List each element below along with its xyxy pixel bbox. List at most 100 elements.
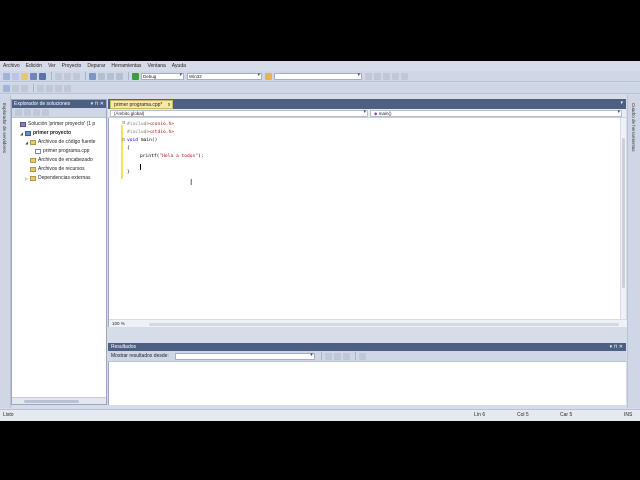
tree-item-label: Archivos de código fuente [38, 139, 96, 145]
toolbox-strip[interactable]: Cuadro de herramientas [627, 95, 640, 408]
copy-icon[interactable] [64, 72, 71, 80]
solution-explorer-panel: Explorador de soluciones ▾ ⊓ ✕ Solución … [11, 99, 107, 405]
zoom-level[interactable]: 100 % [112, 321, 125, 326]
tree-item[interactable]: Solución 'primer proyecto' (1 p [12, 120, 106, 129]
tree-item-label: Solución 'primer proyecto' (1 p [28, 121, 96, 127]
mouse-ibeam-cursor: I [190, 178, 193, 187]
go-to-next-icon[interactable] [333, 352, 341, 360]
tree-item-label: primer programa.cpp [43, 148, 90, 154]
refresh-icon[interactable] [33, 109, 40, 116]
start-debugging-icon[interactable] [132, 72, 139, 80]
redo-icon[interactable] [98, 72, 105, 80]
collapse-toggle-icon[interactable]: ⊟ [122, 137, 125, 142]
properties-icon[interactable] [15, 109, 22, 116]
add-item-icon[interactable] [12, 72, 19, 80]
status-column: Col 5 [517, 412, 529, 418]
menu-ayuda[interactable]: Ayuda [172, 63, 186, 69]
editor-vertical-scrollbar[interactable] [620, 118, 626, 319]
status-character: Car 5 [560, 412, 573, 418]
solution-platform-select[interactable]: Win32 [187, 72, 262, 80]
code-editor[interactable]: ⊟ #include<conio.h> #include<stdio.h> ⊟ … [108, 118, 627, 327]
toolbar-separator [51, 72, 52, 80]
find-in-files-icon[interactable] [265, 72, 272, 80]
show-output-from-select[interactable] [174, 352, 315, 360]
save-icon[interactable] [30, 72, 37, 80]
project-icon [25, 131, 31, 136]
editor-horizontal-scrollbar[interactable] [149, 323, 619, 326]
tree-item[interactable]: ▷ Dependencias externas [12, 174, 106, 183]
menu-ventana[interactable]: Ventana [147, 63, 165, 69]
tree-item-label: primer proyecto [33, 130, 72, 136]
tree-item[interactable]: ◢ Archivos de código fuente [12, 138, 106, 147]
tree-item[interactable]: Archivos de encabezado [12, 156, 106, 165]
display-quick-info-icon[interactable] [3, 84, 10, 92]
menu-ver[interactable]: Ver [48, 63, 56, 69]
toolbox-icon[interactable] [392, 72, 399, 80]
paste-icon[interactable] [73, 72, 80, 80]
solution-explorer-icon[interactable] [365, 72, 372, 80]
menu-herramientas[interactable]: Herramientas [111, 63, 141, 69]
menu-depurar[interactable]: Depurar [87, 63, 105, 69]
word-wrap-icon[interactable] [358, 352, 366, 360]
navigation-bar: (Ámbito global) ◆ main() [108, 109, 626, 118]
find-message-icon[interactable] [324, 352, 332, 360]
horizontal-scrollbar[interactable] [12, 397, 106, 404]
show-all-files-icon[interactable] [24, 109, 31, 116]
undo-icon[interactable] [89, 72, 96, 80]
tree-item[interactable]: ◢ primer proyecto [12, 129, 106, 138]
tree-item[interactable]: Archivos de recursos [12, 165, 106, 174]
menu-proyecto[interactable]: Proyecto [62, 63, 82, 69]
status-bar: Listo Lín 6 Col 5 Car 5 INS [0, 409, 640, 421]
solution-tree: Solución 'primer proyecto' (1 p ◢ primer p… [12, 118, 106, 183]
parameter-info-icon[interactable] [12, 84, 19, 92]
menu-archivo[interactable]: Archivo [3, 63, 20, 69]
toolbar-separator [85, 72, 86, 80]
cut-icon[interactable] [55, 72, 62, 80]
output-title-bar: Resultados ▾ ⊓ ✕ [108, 343, 626, 351]
solution-config-select[interactable]: Debug [141, 72, 184, 80]
standard-toolbar: Debug Win32 [0, 71, 640, 82]
toolbox-tab[interactable]: Cuadro de herramientas [631, 103, 636, 152]
panel-buttons[interactable]: ▾ ⊓ ✕ [91, 100, 104, 108]
clear-all-icon[interactable] [342, 352, 350, 360]
server-explorer-tab[interactable]: Explorador de servidores [2, 103, 7, 153]
view-class-diagram-icon[interactable] [42, 109, 49, 116]
object-browser-icon[interactable] [383, 72, 390, 80]
scrollbar-thumb[interactable] [24, 400, 79, 403]
navigate-forward-icon[interactable] [116, 72, 123, 80]
tree-item-label: Dependencias externas [38, 175, 91, 181]
text-editor-toolbar [0, 83, 640, 94]
decrease-indent-icon[interactable] [37, 84, 44, 92]
panel-buttons[interactable]: ▾ ⊓ ✕ [610, 343, 623, 351]
scrollbar-thumb[interactable] [622, 138, 625, 288]
tree-item[interactable]: primer programa.cpp [12, 147, 106, 156]
server-explorer-strip[interactable]: Explorador de servidores [0, 95, 11, 408]
folder-icon [30, 167, 36, 172]
text-caret [140, 164, 141, 170]
function-select[interactable]: ◆ main() [370, 110, 622, 117]
save-all-icon[interactable] [39, 72, 46, 80]
find-combo[interactable] [274, 72, 362, 80]
comment-out-icon[interactable] [55, 84, 62, 92]
navigate-back-icon[interactable] [107, 72, 114, 80]
folder-icon [30, 140, 36, 145]
solution-explorer-title: Explorador de soluciones [14, 101, 71, 107]
toolbar-separator [320, 352, 322, 360]
scope-select[interactable]: (Ámbito global) [110, 110, 368, 117]
uncomment-icon[interactable] [64, 84, 71, 92]
status-line: Lín 6 [474, 412, 486, 418]
tab-dropdown-icon[interactable]: ▾ [620, 100, 623, 106]
change-tracking-margin [121, 125, 123, 179]
new-project-icon[interactable] [3, 72, 10, 80]
tree-item-label: Archivos de recursos [38, 166, 85, 172]
tab-primer-programa[interactable]: primer programa.cpp* x [110, 100, 174, 109]
collapse-toggle-icon[interactable]: ⊟ [122, 120, 125, 125]
word-completion-icon[interactable] [21, 84, 28, 92]
solution-explorer-toolbar [12, 108, 106, 118]
menu-edicion[interactable]: Edición [26, 63, 42, 69]
increase-indent-icon[interactable] [46, 84, 53, 92]
start-page-icon[interactable] [401, 72, 408, 80]
output-pane[interactable] [108, 362, 626, 405]
properties-icon[interactable] [374, 72, 381, 80]
open-file-icon[interactable] [21, 72, 28, 80]
